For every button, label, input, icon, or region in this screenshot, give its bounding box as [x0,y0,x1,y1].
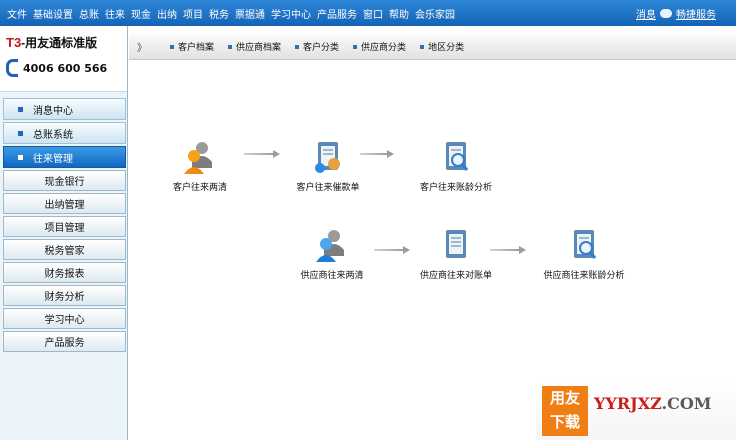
download-badge: 用友 下载 [542,386,588,436]
flow-arrow [244,150,280,158]
sidebar-item-products[interactable]: 产品服务 [3,331,126,352]
messages-link[interactable]: 消息 [636,6,656,21]
sidebar-section-messages[interactable]: 消息中心 [3,98,126,120]
square-bullet-icon [295,44,300,49]
sidebar-item-learning[interactable]: 学习中心 [3,308,126,329]
square-bullet-icon [420,44,425,49]
bullet-icon [18,106,23,112]
menu-project[interactable]: 项目 [180,6,206,21]
people-icon [180,140,220,176]
site-url: YYRJXZ.COM [594,394,712,413]
customer-dunning-node[interactable]: 客户往来催款单 [278,140,378,193]
menu-receivables[interactable]: 往来 [102,6,128,21]
square-bullet-icon [353,44,358,49]
flow-arrow [490,246,526,254]
sidebar-item-project[interactable]: 项目管理 [3,216,126,237]
document-icon [436,228,476,264]
quick-tab-bar: 》 客户档案 供应商档案 客户分类 供应商分类 地区分类 [129,34,736,60]
square-bullet-icon [228,44,233,49]
menu-products[interactable]: 产品服务 [314,6,360,21]
menu-help[interactable]: 帮助 [386,6,412,21]
square-bullet-icon [170,44,174,49]
menu-window[interactable]: 窗口 [360,6,386,21]
people-icon [312,228,352,264]
supplier-aging-node[interactable]: 供应商往来账龄分析 [534,228,634,281]
menu-invoice[interactable]: 票据通 [232,6,268,21]
customer-settlement-node[interactable]: 客户往来两清 [150,140,250,193]
sidebar-item-reports[interactable]: 财务报表 [3,262,126,283]
menu-cash[interactable]: 现金 [128,6,154,21]
document-icon [308,140,348,176]
phone-icon [6,59,18,77]
sidebar-item-cash-bank[interactable]: 现金银行 [3,170,126,191]
menu-general-ledger[interactable]: 总账 [76,6,102,21]
menu-tax[interactable]: 税务 [206,6,232,21]
supplier-settlement-node[interactable]: 供应商往来两清 [282,228,382,281]
menu-cashier[interactable]: 出纳 [154,6,180,21]
sidebar-section-general-ledger[interactable]: 总账系统 [3,122,126,144]
tab-supplier-categories[interactable]: 供应商分类 [353,40,406,53]
brand-panel: T3-用友通标准版 4006 600 566 [0,26,127,92]
bullet-icon [18,130,23,136]
menu-file[interactable]: 文件 [4,6,30,21]
supplier-statement-node[interactable]: 供应商往来对账单 [406,228,506,281]
sidebar-item-cashier[interactable]: 出纳管理 [3,193,126,214]
menu-learning[interactable]: 学习中心 [268,6,314,21]
service-link[interactable]: 畅捷服务 [676,6,716,21]
chat-icon [660,9,672,18]
report-magnifier-icon [436,140,476,176]
tab-customer-categories[interactable]: 客户分类 [295,40,339,53]
sidebar-nav: 消息中心 总账系统 往来管理 现金银行 出纳管理 项目管理 税务管家 财务报表 … [3,98,126,354]
menu-right-links: 消息 畅捷服务 [636,6,716,21]
menu-basic-settings[interactable]: 基础设置 [30,6,76,21]
flow-arrow [374,246,410,254]
product-title: T3-用友通标准版 [6,35,98,50]
report-magnifier-icon [564,228,604,264]
tab-region-categories[interactable]: 地区分类 [420,40,464,53]
tab-customer-records[interactable]: 客户档案 [170,40,214,53]
sidebar-item-tax[interactable]: 税务管家 [3,239,126,260]
sidebar-item-analysis[interactable]: 财务分析 [3,285,126,306]
hotline-number: 4006 600 566 [23,61,108,75]
expand-chevron-icon[interactable]: 》 [137,39,147,54]
hotline: 4006 600 566 [6,59,127,77]
sidebar-section-receivables[interactable]: 往来管理 [3,146,126,168]
menu-bar: 文件 基础设置 总账 往来 现金 出纳 项目 税务 票据通 学习中心 产品服务 … [0,0,736,26]
tab-supplier-records[interactable]: 供应商档案 [228,40,281,53]
flow-arrow [360,150,394,158]
sidebar: T3-用友通标准版 4006 600 566 消息中心 总账系统 往来管理 现金… [0,26,128,440]
bullet-icon [18,154,23,160]
menu-community[interactable]: 会乐家园 [412,6,458,21]
watermark-logo: 用友 下载 YYRJXZ.COM [536,380,736,440]
customer-aging-node[interactable]: 客户往来账龄分析 [406,140,506,193]
